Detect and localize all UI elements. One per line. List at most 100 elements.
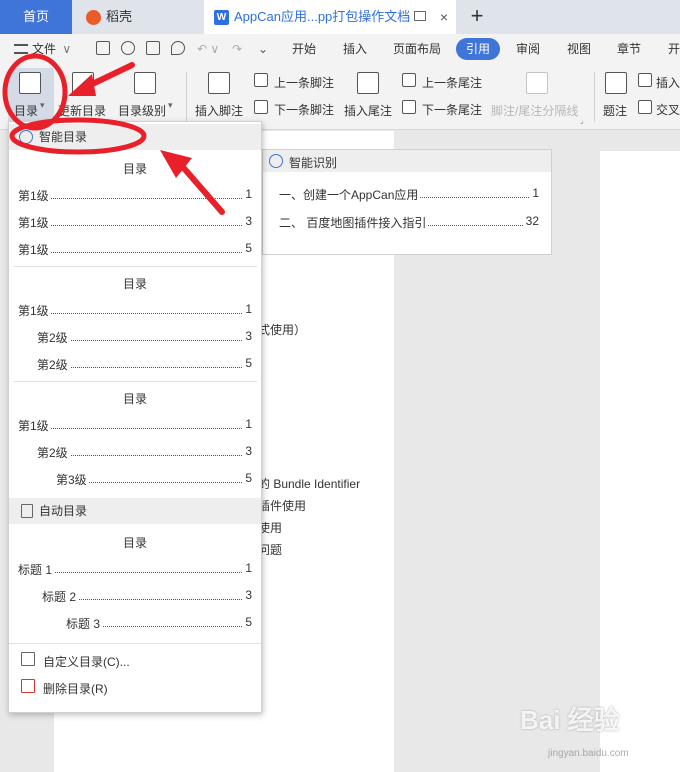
auto-toc-header: 自动目录 xyxy=(9,498,261,524)
toc-preview-title: 目录 xyxy=(122,392,147,406)
toc-level-arrow-icon: ▾ xyxy=(168,100,173,110)
toc-line-text: 第1级 xyxy=(18,187,51,203)
toc-line-text: 第1级 xyxy=(18,417,51,433)
smart-identify-panel: 智能识别 一、创建一个AppCan应用 1 二、 百度地图插件接入指引 32 xyxy=(262,149,552,255)
next-footnote-button[interactable]: 下一条脚注 xyxy=(274,101,334,118)
smart-toc-entry-page: 32 xyxy=(523,214,539,228)
toc-preview-line: 第1级 1 xyxy=(18,302,252,318)
toc-line-page: 1 xyxy=(243,417,252,431)
toc-preview-line: 第1级 1 xyxy=(18,417,252,433)
divider xyxy=(13,266,257,267)
document-page-next[interactable] xyxy=(600,151,680,772)
footnote-separator-button[interactable]: 脚注/尾注分隔线 xyxy=(491,102,578,119)
menu-page-layout[interactable]: 页面布局 xyxy=(393,34,441,64)
auto-toc-label: 自动目录 xyxy=(39,504,88,518)
separator-line-icon xyxy=(526,72,548,94)
hamburger-icon xyxy=(14,44,28,54)
menu-start[interactable]: 开始 xyxy=(292,34,316,64)
insert-footnote-button[interactable]: 插入脚注 xyxy=(195,102,243,119)
smart-identify-label: 智能识别 xyxy=(289,156,338,170)
insert-endnote-button[interactable]: 插入尾注 xyxy=(344,102,392,119)
toc-line-page: 3 xyxy=(243,329,252,343)
toc-level-icon xyxy=(134,72,156,94)
prev-endnote-button[interactable]: 上一条尾注 xyxy=(422,74,482,91)
smart-identify-header: 智能识别 xyxy=(263,150,551,172)
toc-line-text: 第2级 xyxy=(37,444,70,460)
tab-home[interactable]: 首页 xyxy=(0,0,72,34)
update-toc-button[interactable]: 更新目录 xyxy=(58,102,106,119)
toc-line-page: 5 xyxy=(243,471,252,485)
print-icon[interactable] xyxy=(146,41,160,55)
toc-line-text: 第2级 xyxy=(37,329,70,345)
toc-line-page: 3 xyxy=(243,588,252,602)
menu-references[interactable]: 引用 xyxy=(456,38,501,60)
smart-toc-entry[interactable]: 一、创建一个AppCan应用 1 xyxy=(279,186,539,202)
watermark-url: jingyan.baidu.com xyxy=(548,748,629,759)
edit-toc-icon xyxy=(21,652,35,666)
auto-toc-icon xyxy=(21,504,33,518)
toc-line-text: 标题 2 xyxy=(42,588,79,604)
menu-chapter[interactable]: 章节 xyxy=(617,34,641,64)
clipboard-icon[interactable] xyxy=(121,41,135,55)
divider xyxy=(9,643,261,644)
daoke-icon xyxy=(86,10,101,25)
redo-icon[interactable]: ↷ xyxy=(232,34,242,64)
toc-line-text: 标题 1 xyxy=(18,561,55,577)
ribbon-divider xyxy=(594,72,595,122)
toc-line-page: 5 xyxy=(243,356,252,370)
ribbon-divider xyxy=(186,72,187,122)
prev-footnote-icon xyxy=(254,73,268,87)
smart-toc-entry-text: 一、创建一个AppCan应用 xyxy=(279,186,421,202)
print-preview-icon[interactable] xyxy=(171,41,185,55)
smart-toc-entry-page: 1 xyxy=(530,186,539,200)
next-endnote-button[interactable]: 下一条尾注 xyxy=(422,101,482,118)
toc-preview-line: 标题 1 1 xyxy=(18,561,252,577)
menu-view[interactable]: 视图 xyxy=(567,34,591,64)
quick-access-dropdown-icon[interactable]: ⌄ xyxy=(258,34,268,64)
caption-button[interactable]: 题注 xyxy=(603,102,627,119)
toc-line-page: 3 xyxy=(243,214,252,228)
insert-button[interactable]: 插入 xyxy=(656,74,680,91)
prev-footnote-button[interactable]: 上一条脚注 xyxy=(274,74,334,91)
toc-preview-line: 第1级 3 xyxy=(18,214,252,230)
monitor-icon[interactable] xyxy=(414,11,426,21)
next-endnote-icon xyxy=(402,100,416,114)
toc-preview-line: 第2级 3 xyxy=(37,329,252,345)
file-menu[interactable]: 文件 ∨ xyxy=(14,34,71,64)
wps-writer-icon: W xyxy=(214,10,229,25)
new-tab-button[interactable]: + xyxy=(464,0,490,34)
menu-review[interactable]: 审阅 xyxy=(516,34,540,64)
tab-daoke[interactable]: 稻壳 xyxy=(76,0,200,34)
undo-icon[interactable]: ↶ ∨ xyxy=(197,34,219,64)
toc-line-page: 5 xyxy=(243,241,252,255)
toc-dropdown-arrow-icon: ▾ xyxy=(40,100,45,110)
toc-preview-line: 标题 2 3 xyxy=(42,588,252,604)
toc-line-text: 第1级 xyxy=(18,214,51,230)
prev-endnote-icon xyxy=(402,73,416,87)
cross-reference-button[interactable]: 交叉 xyxy=(656,101,680,118)
document-line: 的 Bundle Identifier xyxy=(258,477,361,491)
toc-preview-line: 第2级 3 xyxy=(37,444,252,460)
close-tab-button[interactable]: × xyxy=(440,0,448,34)
file-menu-label: 文件 xyxy=(32,42,57,56)
menu-bar: 文件 ∨ ↶ ∨ ↷ ⌄ 开始 插入 页面布局 引用 审阅 视图 章节 开 xyxy=(0,34,680,64)
dialog-launcher-icon[interactable]: ⌟ xyxy=(580,116,584,125)
toc-button-label: 目录 xyxy=(14,104,39,118)
next-footnote-icon xyxy=(254,100,268,114)
smart-toc-header[interactable]: 智能目录 xyxy=(9,124,261,150)
document-line: 插件使用 xyxy=(258,499,307,513)
custom-toc-button[interactable]: 自定义目录(C)... xyxy=(43,653,130,670)
menu-more[interactable]: 开 xyxy=(668,34,680,64)
chevron-down-icon: ∨ xyxy=(62,42,72,56)
smart-toc-label: 智能目录 xyxy=(39,130,88,144)
document-line: 式使用） xyxy=(258,323,307,337)
toc-level-button[interactable]: 目录级别 xyxy=(118,102,166,119)
toc-line-page: 1 xyxy=(243,561,252,575)
insert-icon xyxy=(638,73,652,87)
menu-insert[interactable]: 插入 xyxy=(343,34,367,64)
tab-document[interactable]: W AppCan应用...pp打包操作文档 × xyxy=(204,0,456,34)
delete-toc-button[interactable]: 删除目录(R) xyxy=(43,680,108,697)
smart-toc-entry[interactable]: 二、 百度地图插件接入指引 32 xyxy=(279,214,539,230)
save-icon[interactable] xyxy=(96,41,110,55)
toc-preview-line: 第1级 1 xyxy=(18,187,252,203)
